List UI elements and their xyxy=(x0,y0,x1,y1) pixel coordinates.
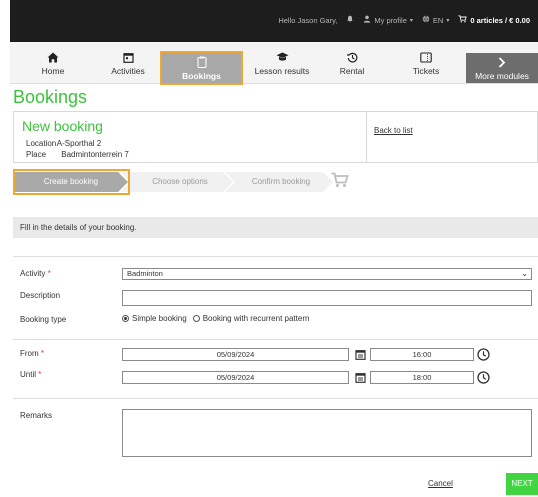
until-date-input[interactable]: 05/09/2024 xyxy=(122,371,349,384)
until-time-input[interactable]: 18:00 xyxy=(370,371,474,384)
location-row: Location A-Sporthal 2 xyxy=(26,139,101,148)
clock-icon[interactable] xyxy=(476,347,490,362)
activity-label-text: Activity xyxy=(20,269,46,278)
module-home[interactable]: Home xyxy=(28,45,78,83)
language-menu[interactable]: EN ▾ xyxy=(422,15,449,25)
module-tickets-label: Tickets xyxy=(412,66,440,76)
user-icon xyxy=(363,15,371,25)
cart-icon xyxy=(458,15,468,25)
place-row: Place Badmintonterrein 7 xyxy=(26,150,129,159)
clock-icon[interactable] xyxy=(476,370,490,385)
caret-down-icon: ▾ xyxy=(409,17,413,24)
module-more-label: More modules xyxy=(475,71,529,81)
required-mark: * xyxy=(47,269,51,278)
greeting-text: Hello Jason Gary, xyxy=(278,15,338,25)
calendar-icon[interactable] xyxy=(353,370,367,385)
cart-summary-text: 0 articles / € 0.00 xyxy=(470,15,530,25)
from-label: From * xyxy=(20,349,44,358)
from-time-input[interactable]: 16:00 xyxy=(370,348,474,361)
new-booking-title: New booking xyxy=(22,118,103,134)
required-mark: * xyxy=(38,370,42,379)
caret-down-icon: ▾ xyxy=(446,17,450,24)
chevron-right-icon xyxy=(498,53,506,71)
cancel-link[interactable]: Cancel xyxy=(428,479,453,488)
language-label: EN xyxy=(432,15,444,25)
until-label: Until * xyxy=(20,370,41,379)
calendar-icon xyxy=(122,48,134,66)
separator xyxy=(13,256,538,257)
booking-info-box: New booking Location A-Sporthal 2 Place … xyxy=(13,111,538,163)
description-label: Description xyxy=(20,291,61,300)
module-activities-label: Activities xyxy=(111,66,145,76)
recurrent-booking-radio[interactable] xyxy=(192,315,200,322)
location-value: A-Sporthal 2 xyxy=(56,139,102,148)
from-date-input[interactable]: 05/09/2024 xyxy=(122,348,349,361)
description-input[interactable] xyxy=(122,290,532,306)
globe-icon xyxy=(422,15,430,25)
activity-select-value: Badminton xyxy=(127,269,163,278)
from-label-text: From xyxy=(20,349,39,358)
booking-steps: Create booking Choose options Confirm bo… xyxy=(13,169,373,195)
profile-menu[interactable]: My profile ▾ xyxy=(363,15,413,25)
history-icon xyxy=(346,48,358,66)
module-bookings[interactable]: Bookings xyxy=(160,51,243,85)
bell-icon[interactable] xyxy=(346,15,354,25)
place-value: Badmintonterrein 7 xyxy=(61,150,129,159)
cart-step-icon xyxy=(331,172,353,194)
calendar-icon[interactable] xyxy=(353,347,367,362)
back-to-list-link[interactable]: Back to list xyxy=(374,126,413,135)
ticket-icon xyxy=(420,48,432,66)
remarks-label: Remarks xyxy=(20,411,53,420)
chevron-down-icon: ⌄ xyxy=(521,269,528,278)
cart-summary[interactable]: 0 articles / € 0.00 xyxy=(458,15,530,25)
separator xyxy=(13,339,538,340)
module-bar: Home Activities Bookings Lesson results … xyxy=(10,42,538,85)
module-lesson-results[interactable]: Lesson results xyxy=(248,45,316,83)
step-confirm-booking: Confirm booking xyxy=(251,177,311,186)
activity-label: Activity * xyxy=(20,269,51,278)
module-activities[interactable]: Activities xyxy=(102,45,154,83)
separator xyxy=(13,398,538,399)
page-title: Bookings xyxy=(13,87,88,107)
graduation-cap-icon xyxy=(276,48,289,66)
module-more[interactable]: More modules xyxy=(466,53,538,83)
module-rental-label: Rental xyxy=(339,66,365,76)
step-choose-options: Choose options xyxy=(152,177,208,186)
simple-booking-label[interactable]: Simple booking xyxy=(132,314,187,323)
simple-booking-radio[interactable] xyxy=(122,315,129,322)
form-hint: Fill in the details of your booking. xyxy=(13,217,538,238)
module-lesson-results-label: Lesson results xyxy=(254,66,310,76)
module-rental[interactable]: Rental xyxy=(328,45,376,83)
booking-type-label: Booking type xyxy=(20,315,67,324)
required-mark: * xyxy=(40,349,45,358)
until-label-text: Until xyxy=(20,370,37,379)
next-button[interactable]: NEXT xyxy=(506,473,538,495)
recurrent-booking-label[interactable]: Booking with recurrent pattern xyxy=(203,314,310,323)
clipboard-icon xyxy=(196,53,207,71)
step-create-booking[interactable]: Create booking xyxy=(17,172,125,192)
remarks-textarea[interactable] xyxy=(122,409,532,457)
module-bookings-label: Bookings xyxy=(182,71,221,81)
booking-type-options: Simple booking Booking with recurrent pa… xyxy=(122,314,309,323)
location-label: Location xyxy=(26,139,57,148)
home-icon xyxy=(47,48,59,66)
top-bar-items: Hello Jason Gary, My profile ▾ EN ▾ 0 ar… xyxy=(278,15,530,25)
top-bar: Hello Jason Gary, My profile ▾ EN ▾ 0 ar… xyxy=(10,0,538,42)
activity-select[interactable]: Badminton ⌄ xyxy=(122,268,532,280)
module-home-label: Home xyxy=(41,66,65,76)
module-tickets[interactable]: Tickets xyxy=(402,45,450,83)
place-label: Place xyxy=(26,150,47,159)
info-divider xyxy=(366,112,367,162)
profile-label: My profile xyxy=(374,15,407,25)
